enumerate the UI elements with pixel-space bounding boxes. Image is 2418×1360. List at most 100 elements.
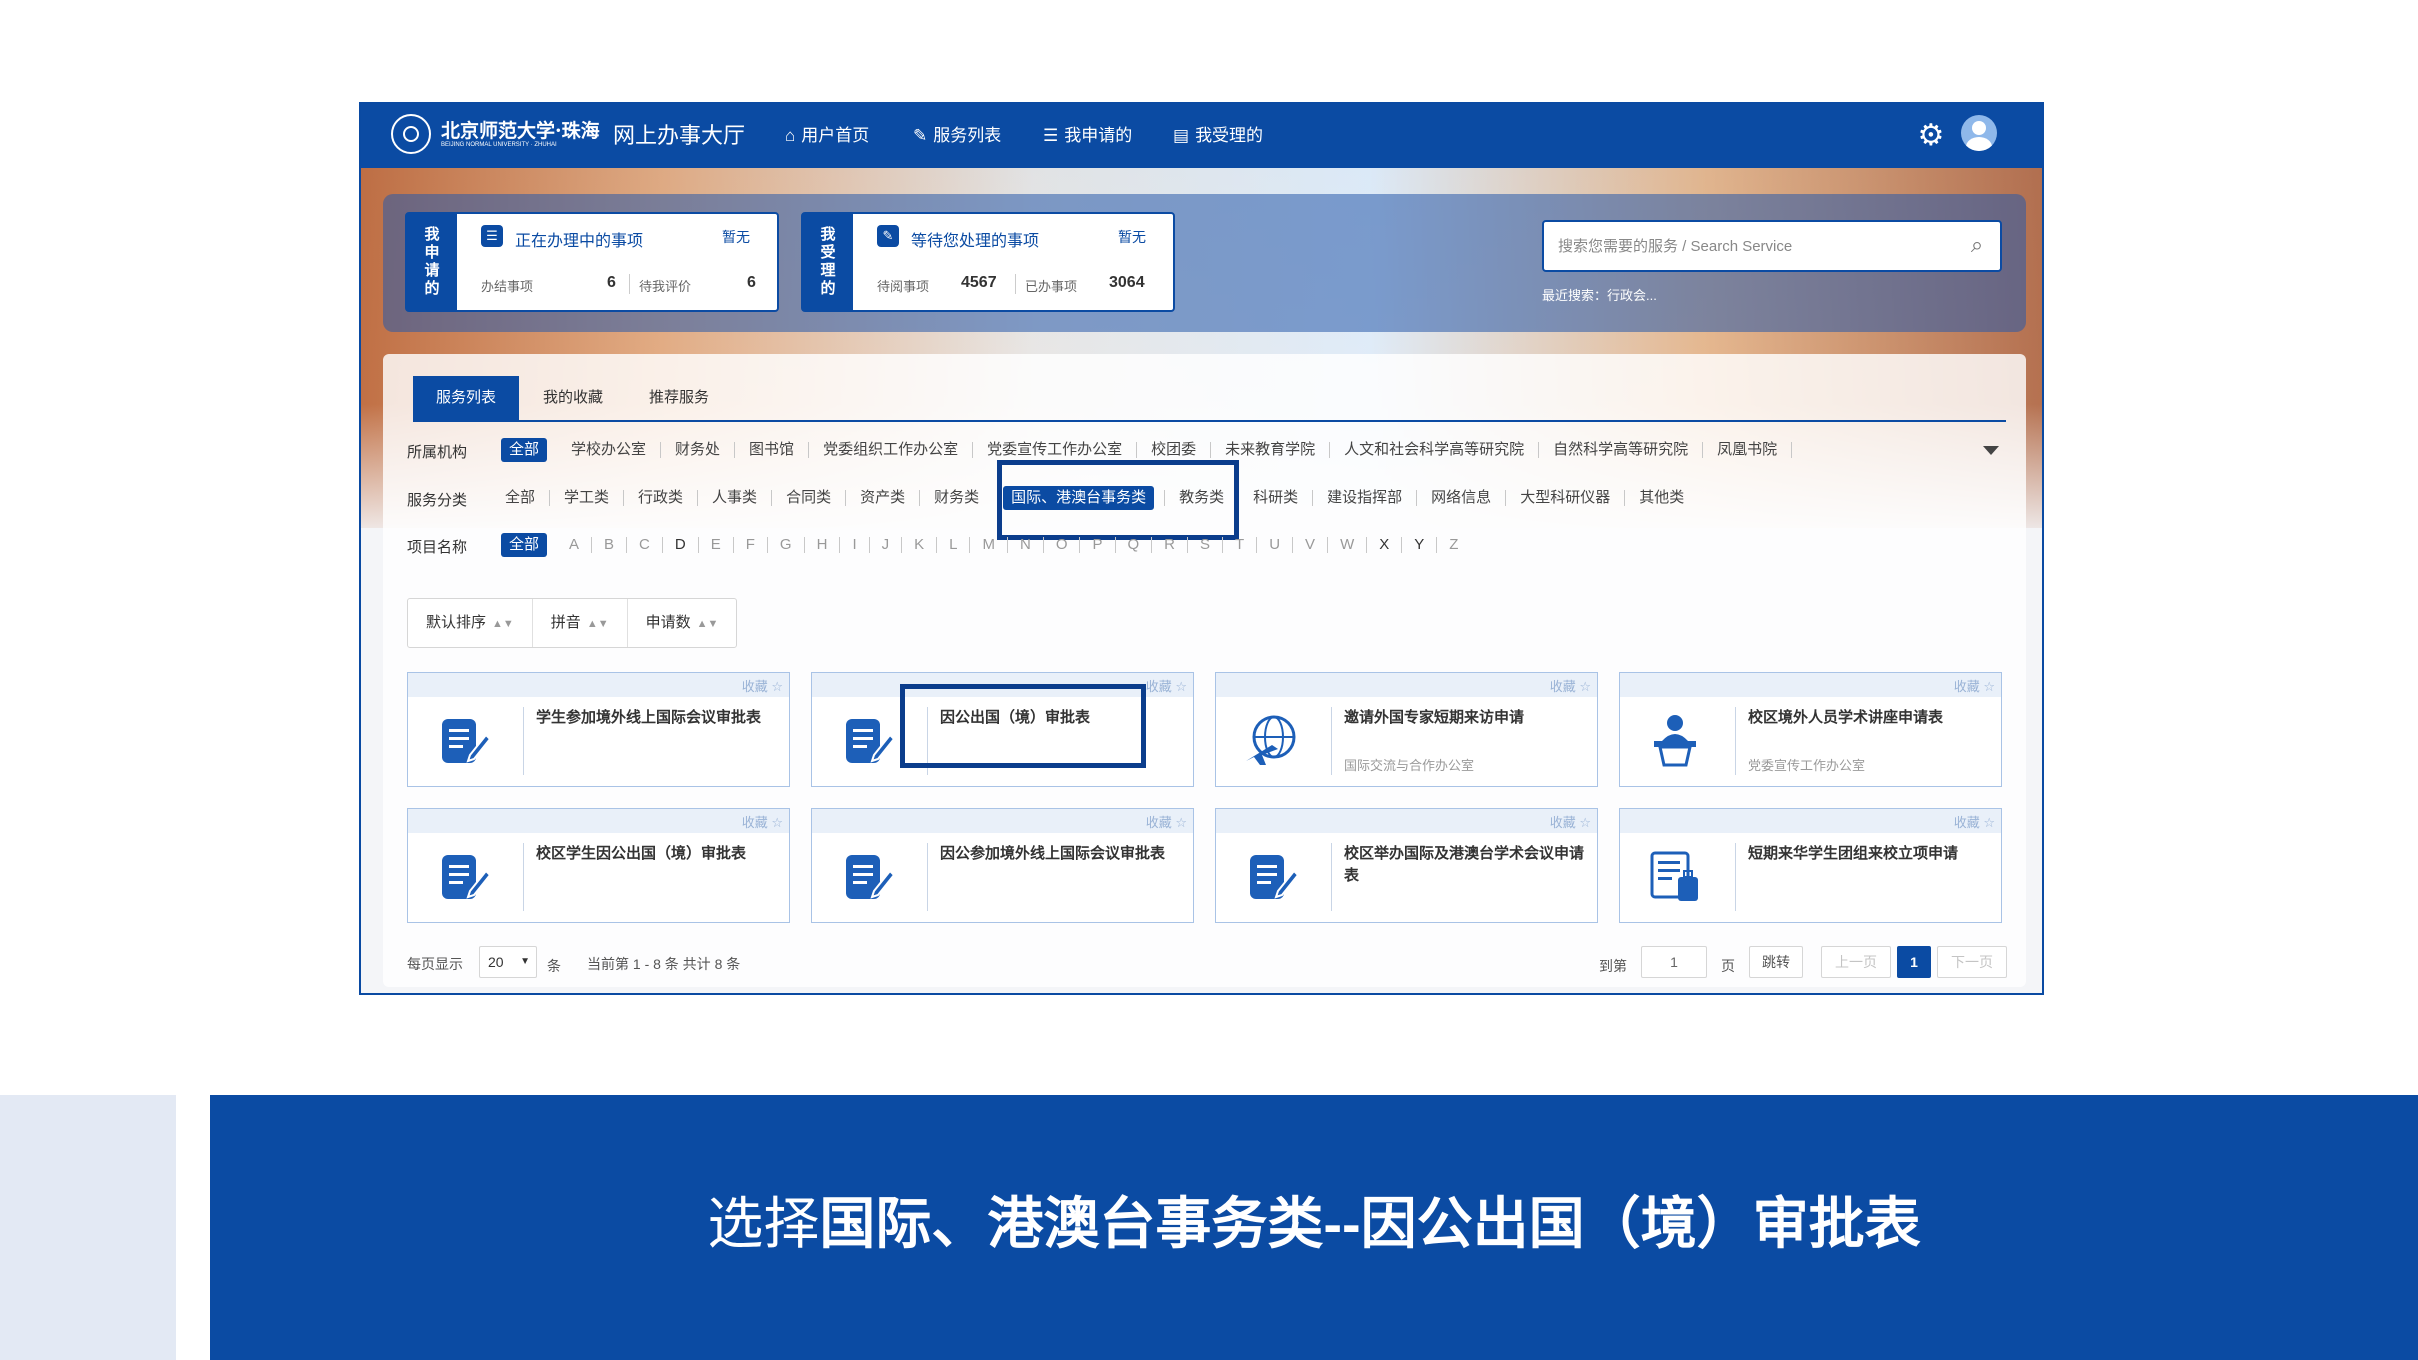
sort-applications-button[interactable]: 申请数 ▲▼ bbox=[628, 599, 737, 647]
search-icon[interactable]: ⌕ bbox=[1962, 230, 1992, 260]
letter-filter-item[interactable]: B bbox=[592, 537, 628, 553]
org-filter-item[interactable]: 未来教育学院 bbox=[1211, 442, 1331, 458]
letter-filter-item[interactable]: A bbox=[557, 537, 593, 553]
per-page-select[interactable]: 20 ▼ bbox=[479, 946, 537, 978]
service-title[interactable]: 校区境外人员学术讲座申请表 bbox=[1748, 707, 1996, 729]
awaiting-title[interactable]: 等待您处理的事项 bbox=[911, 227, 1039, 251]
letter-filter-item[interactable]: N bbox=[1008, 537, 1044, 553]
org-filter-item[interactable]: 自然科学高等研究院 bbox=[1539, 442, 1704, 458]
service-card[interactable]: 收藏 ☆ 邀请外国专家短期来访申请 国际交流与合作办公室 bbox=[1215, 672, 1598, 787]
letter-filter-item[interactable]: F bbox=[734, 537, 768, 553]
service-card[interactable]: 收藏 ☆ 校区境外人员学术讲座申请表 党委宣传工作办公室 bbox=[1619, 672, 2002, 787]
letter-filter-item[interactable]: D bbox=[663, 537, 699, 553]
next-page-button[interactable]: 下一页 bbox=[1937, 946, 2007, 978]
done-count[interactable]: 3064 bbox=[1109, 274, 1145, 292]
service-title[interactable]: 学生参加境外线上国际会议审批表 bbox=[536, 707, 784, 729]
org-filter-item[interactable]: 图书馆 bbox=[735, 442, 810, 458]
letter-filter-item[interactable]: T bbox=[1223, 537, 1258, 553]
letter-filter-item[interactable]: W bbox=[1328, 537, 1368, 553]
service-title[interactable]: 短期来华学生团组来校立项申请 bbox=[1748, 843, 1996, 865]
tab-my-favorites[interactable]: 我的收藏 bbox=[521, 376, 625, 420]
service-title[interactable]: 校区学生因公出国（境）审批表 bbox=[536, 843, 784, 865]
category-filter-item[interactable]: 科研类 bbox=[1239, 490, 1314, 506]
letter-filter-item[interactable]: Q bbox=[1116, 537, 1153, 553]
service-title[interactable]: 因公参加境外线上国际会议审批表 bbox=[940, 843, 1188, 865]
org-filter-item[interactable]: 人文和社会科学高等研究院 bbox=[1330, 442, 1540, 458]
category-filter-item[interactable]: 人事类 bbox=[698, 490, 773, 506]
service-card[interactable]: 收藏 ☆ 校区举办国际及港澳台学术会议申请表 bbox=[1215, 808, 1598, 923]
search-input[interactable] bbox=[1556, 222, 1956, 270]
letter-filter-item[interactable]: I bbox=[840, 537, 870, 553]
category-filter-item[interactable]: 大型科研仪器 bbox=[1506, 490, 1626, 506]
letter-filter-item[interactable]: J bbox=[870, 537, 903, 553]
org-filter-item[interactable]: 校团委 bbox=[1137, 442, 1212, 458]
letter-filter-item[interactable]: S bbox=[1188, 537, 1224, 553]
settings-gear-icon[interactable]: ⚙ bbox=[1913, 118, 1949, 154]
category-filter-all[interactable]: 全部 bbox=[491, 490, 551, 506]
letter-filter-item[interactable]: G bbox=[768, 537, 805, 553]
letter-filter-all[interactable]: 全部 bbox=[501, 533, 548, 557]
favorite-star-button[interactable]: 收藏 ☆ bbox=[1954, 676, 1995, 695]
org-filter-item[interactable]: 财务处 bbox=[661, 442, 736, 458]
org-filter-item[interactable]: 学校办公室 bbox=[557, 442, 662, 458]
favorite-star-button[interactable]: 收藏 ☆ bbox=[1550, 812, 1591, 831]
nav-user-home[interactable]: ⌂ 用户首页 bbox=[785, 104, 869, 168]
service-card[interactable]: 收藏 ☆ 因公参加境外线上国际会议审批表 bbox=[811, 808, 1194, 923]
letter-filter-item[interactable]: U bbox=[1257, 537, 1294, 553]
letter-filter-item[interactable]: X bbox=[1367, 537, 1403, 553]
letter-filter-item[interactable]: M bbox=[970, 537, 1008, 553]
favorite-star-button[interactable]: 收藏 ☆ bbox=[742, 812, 783, 831]
tab-recommended[interactable]: 推荐服务 bbox=[627, 376, 731, 420]
service-card[interactable]: 收藏 ☆ 学生参加境外线上国际会议审批表 bbox=[407, 672, 790, 787]
completed-count[interactable]: 6 bbox=[607, 274, 616, 292]
service-title[interactable]: 校区举办国际及港澳台学术会议申请表 bbox=[1344, 843, 1592, 887]
category-filter-item[interactable]: 学工类 bbox=[550, 490, 625, 506]
in-progress-title[interactable]: 正在办理中的事项 bbox=[515, 227, 643, 251]
letter-filter-item[interactable]: K bbox=[902, 537, 938, 553]
expand-caret-icon[interactable] bbox=[1983, 446, 1999, 455]
letter-filter-item[interactable]: H bbox=[805, 537, 841, 553]
user-avatar-icon[interactable] bbox=[1961, 115, 1997, 151]
service-card[interactable]: 收藏 ☆ 短期来华学生团组来校立项申请 bbox=[1619, 808, 2002, 923]
to-read-count[interactable]: 4567 bbox=[961, 274, 997, 292]
my-handled-card[interactable]: 我受理的 ✎ 等待您处理的事项 暂无 待阅事项 4567 已办事项 3064 bbox=[801, 212, 1175, 312]
letter-filter-item[interactable]: E bbox=[699, 537, 734, 553]
favorite-star-button[interactable]: 收藏 ☆ bbox=[742, 676, 783, 695]
pending-review-count[interactable]: 6 bbox=[747, 274, 756, 292]
my-applications-card[interactable]: 我申请的 ☰ 正在办理中的事项 暂无 办结事项 6 待我评价 6 bbox=[405, 212, 779, 312]
favorite-star-button[interactable]: 收藏 ☆ bbox=[1954, 812, 1995, 831]
goto-page-input[interactable]: 1 bbox=[1641, 946, 1707, 978]
letter-filter-item[interactable]: Z bbox=[1437, 537, 1470, 553]
prev-page-button[interactable]: 上一页 bbox=[1821, 946, 1891, 978]
nav-service-list[interactable]: ✎ 服务列表 bbox=[913, 104, 1001, 168]
letter-filter-item[interactable]: V bbox=[1293, 537, 1329, 553]
letter-filter-item[interactable]: O bbox=[1044, 537, 1081, 553]
sort-default-button[interactable]: 默认排序 ▲▼ bbox=[408, 599, 533, 647]
sort-pinyin-button[interactable]: 拼音 ▲▼ bbox=[533, 599, 628, 647]
category-filter-item[interactable]: 行政类 bbox=[624, 490, 699, 506]
category-filter-item[interactable]: 财务类 bbox=[920, 490, 993, 506]
letter-filter-item[interactable]: R bbox=[1152, 537, 1189, 553]
org-filter-item[interactable]: 凤凰书院 bbox=[1703, 442, 1793, 458]
nav-my-handled[interactable]: ▤ 我受理的 bbox=[1173, 104, 1263, 168]
tab-service-list[interactable]: 服务列表 bbox=[413, 376, 519, 420]
nav-my-applications[interactable]: ☰ 我申请的 bbox=[1043, 104, 1132, 168]
org-filter-item[interactable]: 党委组织工作办公室 bbox=[809, 442, 974, 458]
category-filter-item[interactable]: 网络信息 bbox=[1417, 490, 1507, 506]
portal-title[interactable]: 网上办事大厅 bbox=[613, 104, 745, 168]
org-filter-item[interactable]: 党委宣传工作办公室 bbox=[973, 442, 1138, 458]
letter-filter-item[interactable]: Y bbox=[1402, 537, 1438, 553]
category-filter-item[interactable]: 合同类 bbox=[772, 490, 847, 506]
letter-filter-item[interactable]: L bbox=[937, 537, 971, 553]
favorite-star-button[interactable]: 收藏 ☆ bbox=[1146, 812, 1187, 831]
category-filter-item[interactable]: 建设指挥部 bbox=[1313, 490, 1418, 506]
favorite-star-button[interactable]: 收藏 ☆ bbox=[1146, 676, 1187, 695]
service-card[interactable]: 收藏 ☆ 校区学生因公出国（境）审批表 bbox=[407, 808, 790, 923]
current-page-button[interactable]: 1 bbox=[1897, 946, 1931, 978]
jump-button[interactable]: 跳转 bbox=[1749, 946, 1803, 978]
letter-filter-item[interactable]: C bbox=[627, 537, 663, 553]
favorite-star-button[interactable]: 收藏 ☆ bbox=[1550, 676, 1591, 695]
org-filter-all[interactable]: 全部 bbox=[501, 438, 548, 462]
category-filter-item[interactable]: 其他类 bbox=[1625, 490, 1698, 506]
service-title[interactable]: 邀请外国专家短期来访申请 bbox=[1344, 707, 1592, 729]
